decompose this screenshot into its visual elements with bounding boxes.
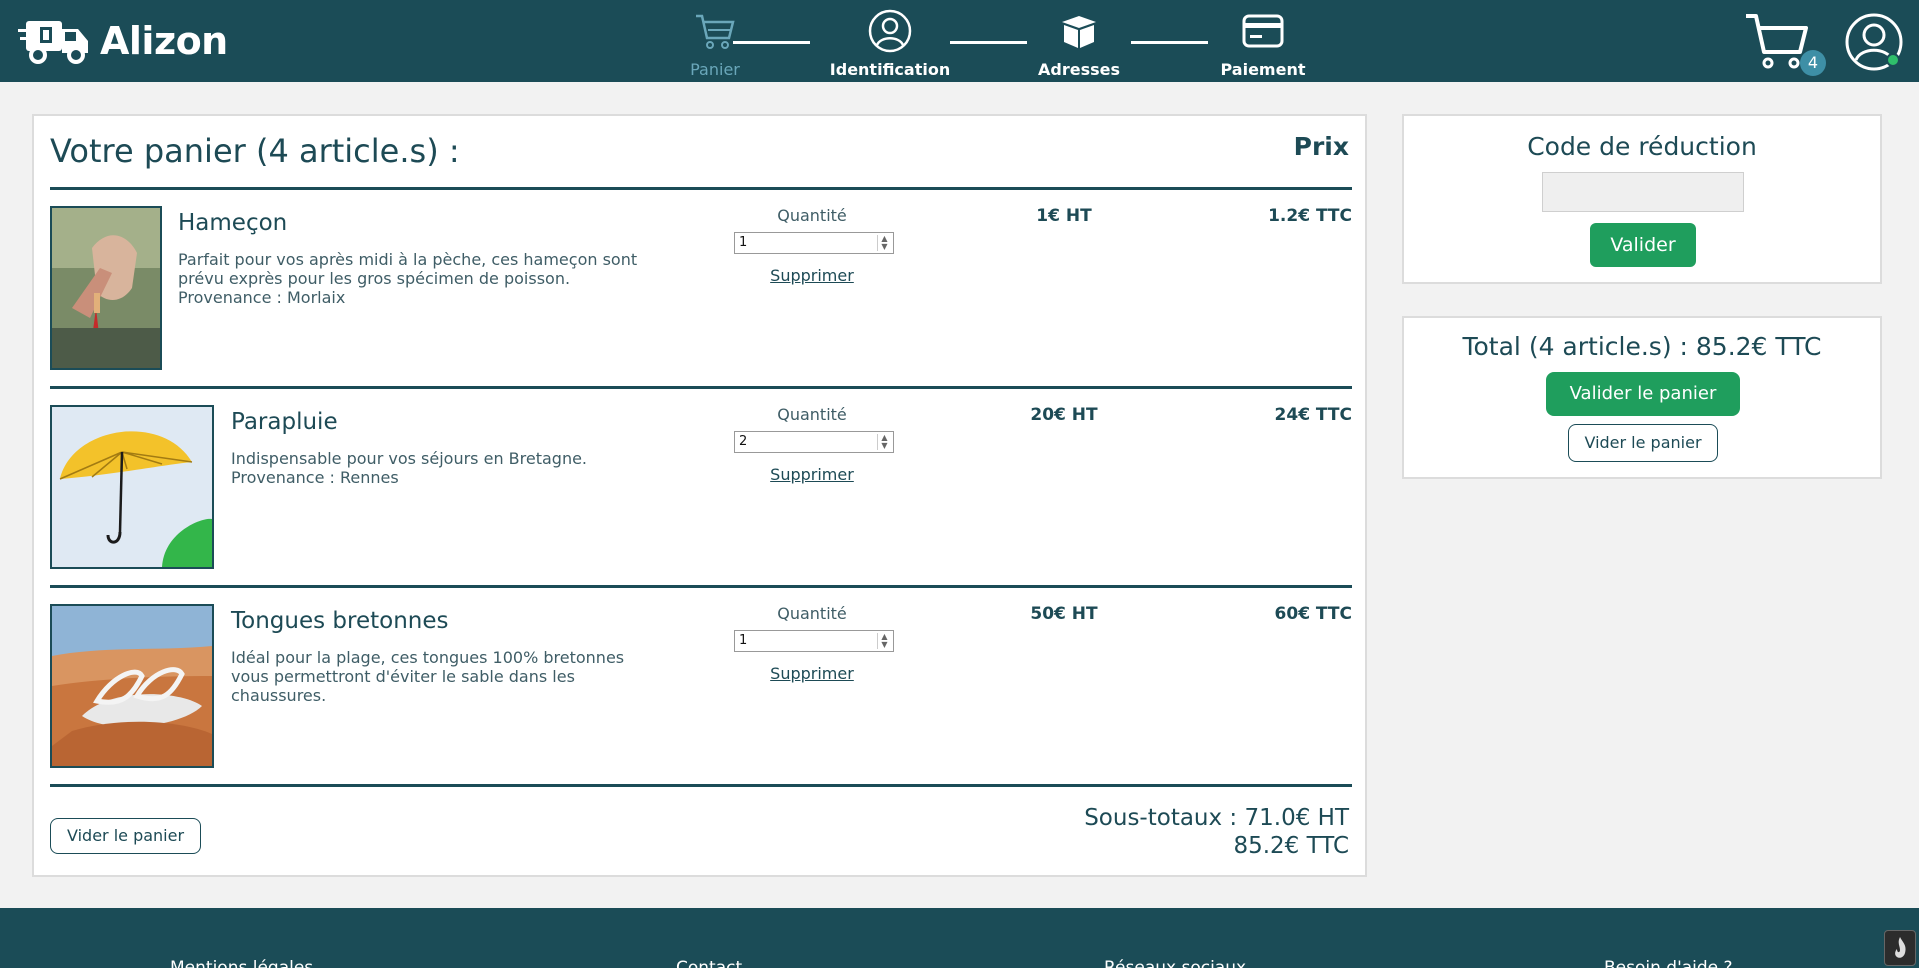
- product-desc-text: Idéal pour la plage, ces tongues 100% br…: [231, 648, 625, 705]
- umbrella-image: [52, 407, 212, 567]
- step-connector: [733, 41, 810, 44]
- remove-item-link[interactable]: Supprimer: [732, 266, 892, 285]
- step-identification[interactable]: Identification: [815, 8, 965, 79]
- price-ht: 1€ HT: [1036, 206, 1092, 226]
- remove-item-link[interactable]: Supprimer: [732, 664, 892, 683]
- box-icon: [1062, 16, 1096, 48]
- step-label: Adresses: [1038, 60, 1120, 79]
- spinner-arrows-icon[interactable]: ▲ ▼: [877, 235, 891, 251]
- cart-item: Parapluie Indispensable pour vos séjours…: [50, 405, 1352, 570]
- quantity-label: Quantité: [777, 604, 847, 623]
- price-ttc: 60€ TTC: [1274, 604, 1352, 624]
- product-description: Indispensable pour vos séjours en Bretag…: [231, 449, 701, 487]
- cart-title: Votre panier (4 article.s) :: [50, 132, 460, 170]
- discount-code-input[interactable]: [1542, 172, 1744, 212]
- price-ht: 50€ HT: [1030, 604, 1098, 624]
- product-description: Idéal pour la plage, ces tongues 100% br…: [231, 648, 631, 705]
- price-ht: 20€ HT: [1030, 405, 1098, 425]
- spinner-arrows-icon[interactable]: ▲ ▼: [877, 434, 891, 450]
- product-origin: Provenance : Morlaix: [178, 288, 346, 307]
- product-image-hamecon[interactable]: [50, 206, 162, 370]
- brand-name: Alizon: [100, 19, 228, 63]
- flame-icon: [1895, 937, 1906, 958]
- cart-item: Tongues bretonnes Idéal pour la plage, c…: [50, 604, 1352, 769]
- price-ttc: 24€ TTC: [1274, 405, 1352, 425]
- step-label: Identification: [829, 60, 951, 79]
- debug-toolbar-button[interactable]: [1884, 930, 1916, 966]
- flip-flops-image: [52, 606, 212, 766]
- step-label: Paiement: [1220, 60, 1306, 79]
- spinner-arrows-icon[interactable]: ▲ ▼: [877, 633, 891, 649]
- product-desc-text: Indispensable pour vos séjours en Bretag…: [231, 449, 588, 468]
- clear-cart-button[interactable]: Vider le panier: [1568, 424, 1718, 462]
- price-ttc: 1.2€ TTC: [1268, 206, 1352, 226]
- product-image-parapluie[interactable]: [50, 405, 214, 569]
- checkout-steps: Panier Identification Adresses Paiement: [650, 8, 1330, 79]
- divider: [50, 585, 1352, 588]
- divider: [50, 386, 1352, 389]
- validate-cart-button[interactable]: Valider le panier: [1546, 372, 1740, 416]
- divider: [50, 187, 1352, 190]
- quantity-label: Quantité: [777, 405, 847, 424]
- step-adresses[interactable]: Adresses: [1014, 8, 1144, 79]
- apply-discount-button[interactable]: Valider: [1590, 223, 1696, 267]
- discount-panel: Code de réduction Valider: [1402, 114, 1882, 284]
- cart-item: Hameçon Parfait pour vos après midi à la…: [50, 206, 1352, 371]
- quantity-label: Quantité: [777, 206, 847, 225]
- footer: Mentions légales Contact Réseaux sociaux…: [0, 908, 1919, 968]
- cart-panel: Votre panier (4 article.s) : Prix Hameço…: [32, 114, 1367, 877]
- cart-total: Total (4 article.s) : 85.2€ TTC: [1462, 332, 1822, 361]
- footer-link-legal[interactable]: Mentions légales: [170, 958, 313, 968]
- quantity-stepper[interactable]: 1 ▲ ▼: [734, 232, 894, 254]
- online-status-dot: [1886, 53, 1900, 67]
- top-header: Alizon Panier Identification Adresses Pa…: [0, 0, 1919, 82]
- fishing-hook-image: [52, 208, 160, 368]
- user-circle-icon: [868, 9, 912, 53]
- footer-link-social[interactable]: Réseaux sociaux: [1104, 958, 1246, 968]
- footer-link-contact[interactable]: Contact: [676, 958, 742, 968]
- subtotal-ttc: 85.2€ TTC: [1233, 833, 1349, 859]
- subtotal-ht: Sous-totaux : 71.0€ HT: [1084, 805, 1349, 831]
- quantity-value: 2: [739, 434, 748, 449]
- product-image-tongues[interactable]: [50, 604, 214, 768]
- step-paiement[interactable]: Paiement: [1198, 8, 1328, 79]
- product-name[interactable]: Tongues bretonnes: [231, 608, 449, 634]
- credit-card-icon: [1242, 14, 1284, 48]
- subtotals: Sous-totaux : 71.0€ HT 85.2€ TTC: [1084, 804, 1349, 860]
- quantity-value: 1: [739, 633, 748, 648]
- quantity-stepper[interactable]: 1 ▲ ▼: [734, 630, 894, 652]
- discount-title: Code de réduction: [1527, 132, 1757, 161]
- delivery-truck-icon: [18, 21, 88, 64]
- product-desc-text: Parfait pour vos après midi à la pèche, …: [178, 250, 638, 288]
- empty-cart-button[interactable]: Vider le panier: [50, 818, 202, 854]
- step-label: Panier: [690, 60, 740, 79]
- product-origin: Provenance : Rennes: [231, 468, 399, 487]
- brand-logo[interactable]: Alizon: [18, 11, 228, 71]
- step-connector: [1131, 41, 1208, 44]
- product-name[interactable]: Hameçon: [178, 210, 287, 236]
- quantity-stepper[interactable]: 2 ▲ ▼: [734, 431, 894, 453]
- cart-count-badge: 4: [1800, 50, 1826, 76]
- divider: [50, 784, 1352, 787]
- footer-link-help[interactable]: Besoin d'aide ?: [1604, 958, 1733, 968]
- total-panel: Total (4 article.s) : 85.2€ TTC Valider …: [1402, 316, 1882, 479]
- product-name[interactable]: Parapluie: [231, 409, 338, 435]
- price-heading: Prix: [1293, 132, 1349, 161]
- product-description: Parfait pour vos après midi à la pèche, …: [178, 250, 648, 307]
- cart-icon: [696, 14, 735, 49]
- remove-item-link[interactable]: Supprimer: [732, 465, 892, 484]
- quantity-value: 1: [739, 235, 748, 250]
